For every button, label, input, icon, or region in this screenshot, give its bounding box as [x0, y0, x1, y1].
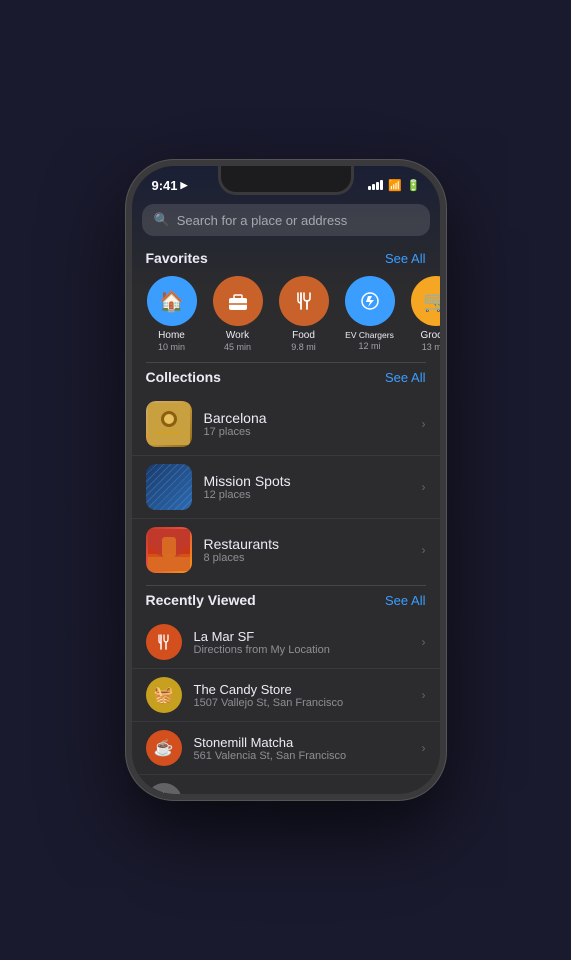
chevron-right-icon-4: › — [422, 635, 426, 649]
fav-home-icon: 🏠 — [147, 276, 197, 326]
fav-home-sub: 10 min — [158, 342, 185, 352]
recent-icon-lamar — [146, 624, 182, 660]
recent-icon-candy: 🧺 — [146, 677, 182, 713]
time-display: 9:41 — [152, 178, 178, 193]
collection-thumb-restaurants — [146, 527, 192, 573]
recent-icon-stonemill: ☕ — [146, 730, 182, 766]
collection-name-restaurants: Restaurants — [204, 536, 279, 552]
fav-work[interactable]: Work 45 min — [212, 276, 264, 352]
search-input[interactable]: Search for a place or address — [177, 213, 348, 228]
fav-home[interactable]: 🏠 Home 10 min — [146, 276, 198, 352]
recent-sub-candy: 1507 Vallejo St, San Francisco — [194, 697, 344, 709]
search-icon: 🔍 — [154, 212, 170, 228]
collections-header: Collections See All — [132, 363, 440, 389]
fav-work-sub: 45 min — [224, 342, 251, 352]
chevron-right-icon: › — [422, 417, 426, 431]
recent-text-candy: The Candy Store 1507 Vallejo St, San Fra… — [194, 682, 344, 709]
location-arrow-icon: ▶ — [181, 180, 188, 191]
recent-lamar[interactable]: La Mar SF Directions from My Location › — [132, 616, 440, 669]
recent-name-candy: The Candy Store — [194, 682, 344, 697]
fork-knife-icon — [293, 290, 315, 312]
wifi-icon: 📶 — [388, 179, 402, 192]
collection-mission[interactable]: Mission Spots 12 places › — [132, 456, 440, 519]
fav-grocery[interactable]: 🛒 Groc... 13 m... — [410, 276, 440, 352]
phone-device: 9:41 ▶ 📶 🔋 🔍 Search for a plac — [126, 160, 446, 800]
collection-text-barcelona: Barcelona 17 places — [204, 410, 267, 438]
collection-name-barcelona: Barcelona — [204, 410, 267, 426]
collections-list: Barcelona 17 places › Mission Spots 12 p… — [132, 389, 440, 585]
collection-text-restaurants: Restaurants 8 places — [204, 536, 279, 564]
recently-viewed-header: Recently Viewed See All — [132, 586, 440, 612]
search-bar-container: 🔍 Search for a place or address — [132, 198, 440, 244]
recent-name-california: California Academy of Sciences — [194, 794, 377, 795]
fav-food-icon — [279, 276, 329, 326]
fav-ev-icon — [345, 276, 395, 326]
recently-viewed-title: Recently Viewed — [146, 592, 256, 608]
recently-viewed-list: La Mar SF Directions from My Location › … — [132, 612, 440, 794]
content-area[interactable]: 🔍 Search for a place or address Favorite… — [132, 198, 440, 794]
fav-ev[interactable]: EV Chargers 12 mi — [344, 276, 396, 352]
favorites-header: Favorites See All — [132, 244, 440, 270]
collection-count-barcelona: 17 places — [204, 426, 267, 438]
ev-charger-icon — [359, 290, 381, 312]
status-icons: 📶 🔋 — [368, 179, 419, 192]
fav-work-icon — [213, 276, 263, 326]
collections-title: Collections — [146, 369, 221, 385]
fav-grocery-icon: 🛒 — [411, 276, 440, 326]
signal-icon — [368, 180, 383, 190]
search-bar[interactable]: 🔍 Search for a place or address — [142, 204, 430, 236]
chevron-right-icon-6: › — [422, 741, 426, 755]
recent-candy[interactable]: 🧺 The Candy Store 1507 Vallejo St, San F… — [132, 669, 440, 722]
recent-text-lamar: La Mar SF Directions from My Location — [194, 629, 330, 656]
collection-barcelona[interactable]: Barcelona 17 places › — [132, 393, 440, 456]
recent-sub-stonemill: 561 Valencia St, San Francisco — [194, 750, 347, 762]
favorites-see-all[interactable]: See All — [385, 251, 425, 266]
phone-screen: 9:41 ▶ 📶 🔋 🔍 Search for a plac — [132, 166, 440, 794]
recent-sub-lamar: Directions from My Location — [194, 644, 330, 656]
recent-california[interactable]: ⭐ California Academy of Sciences › — [132, 775, 440, 794]
fav-home-label: Home — [158, 330, 185, 341]
collections-see-all[interactable]: See All — [385, 370, 425, 385]
collection-restaurants[interactable]: Restaurants 8 places › — [132, 519, 440, 581]
battery-icon: 🔋 — [407, 179, 420, 192]
fav-grocery-label: Groc... — [420, 330, 439, 341]
briefcase-icon — [227, 290, 249, 312]
fav-food-label: Food — [292, 330, 315, 341]
status-time: 9:41 ▶ — [152, 178, 188, 193]
recent-icon-california: ⭐ — [146, 783, 182, 794]
collection-count-mission: 12 places — [204, 489, 291, 501]
collection-text-mission: Mission Spots 12 places — [204, 473, 291, 501]
fav-ev-sub: 12 mi — [358, 341, 380, 351]
fav-food[interactable]: Food 9.8 mi — [278, 276, 330, 352]
favorites-list: 🏠 Home 10 min Work 45 min — [132, 270, 440, 362]
fav-grocery-sub: 13 m... — [422, 342, 440, 352]
fav-ev-label: EV Chargers — [345, 330, 394, 340]
recent-name-stonemill: Stonemill Matcha — [194, 735, 347, 750]
recently-viewed-see-all[interactable]: See All — [385, 593, 425, 608]
status-bar: 9:41 ▶ 📶 🔋 — [132, 166, 440, 198]
fork-knife-small-icon — [155, 633, 173, 651]
fav-work-label: Work — [226, 330, 249, 341]
fav-food-sub: 9.8 mi — [291, 342, 316, 352]
chevron-right-icon-2: › — [422, 480, 426, 494]
recent-text-california: California Academy of Sciences — [194, 794, 377, 795]
collection-thumb-barcelona — [146, 401, 192, 447]
chevron-right-icon-5: › — [422, 688, 426, 702]
collection-count-restaurants: 8 places — [204, 552, 279, 564]
recent-name-lamar: La Mar SF — [194, 629, 330, 644]
collection-thumb-mission — [146, 464, 192, 510]
barcelona-thumb-img — [146, 401, 192, 447]
favorites-title: Favorites — [146, 250, 208, 266]
recent-text-stonemill: Stonemill Matcha 561 Valencia St, San Fr… — [194, 735, 347, 762]
recent-stonemill[interactable]: ☕ Stonemill Matcha 561 Valencia St, San … — [132, 722, 440, 775]
mission-thumb-img — [146, 464, 192, 510]
chevron-right-icon-3: › — [422, 543, 426, 557]
collection-name-mission: Mission Spots — [204, 473, 291, 489]
restaurants-thumb-img — [146, 527, 192, 573]
